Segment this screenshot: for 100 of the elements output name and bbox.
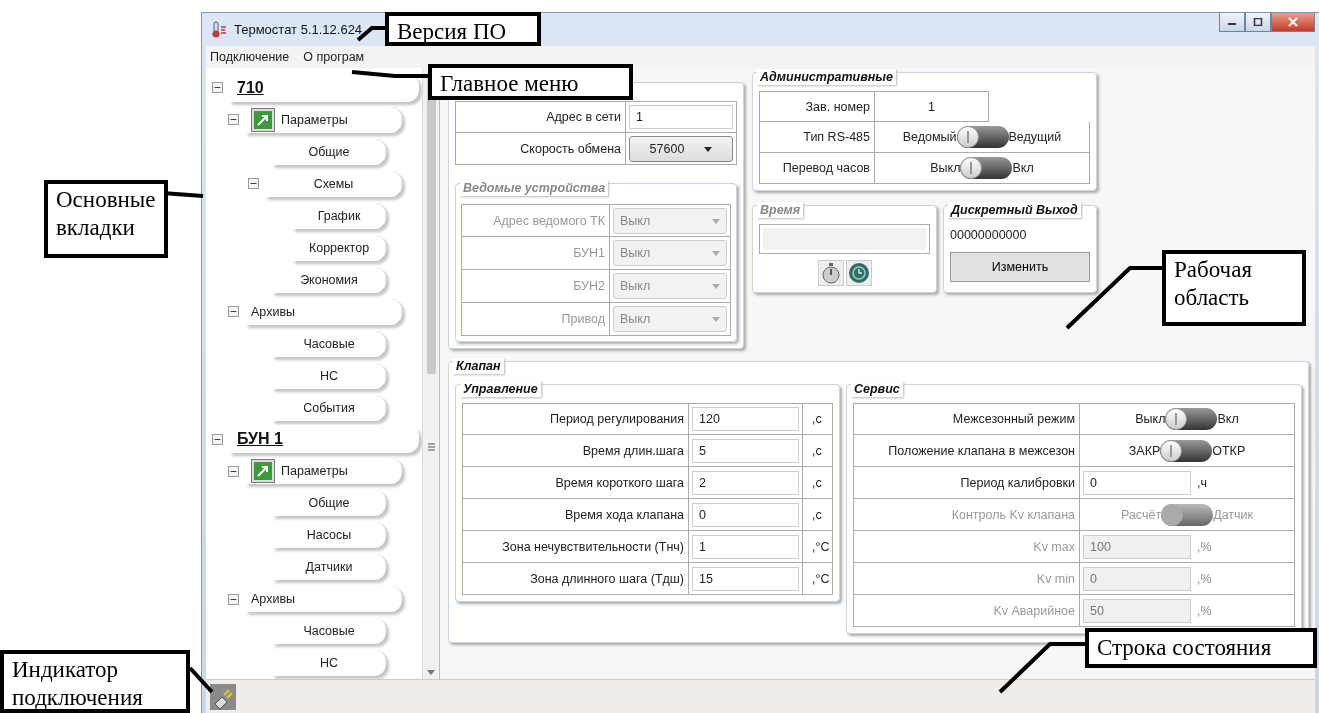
tree-tab[interactable]: Часовые [272,618,386,645]
tree-tab[interactable]: График [292,202,386,229]
chart-icon [251,107,275,132]
toggle-switch[interactable] [1165,408,1218,430]
caret-icon [704,146,713,152]
input-field[interactable]: 0 [1083,470,1191,495]
collapse-icon[interactable] [212,433,223,445]
annotation-label: Индикатор подключения [0,650,190,713]
maximize-icon [1253,18,1263,26]
group-title: Сервис [851,381,903,397]
thermometer-icon [210,20,228,39]
input-field[interactable]: 120 [692,407,799,431]
tree-tab[interactable]: Схемы [265,170,402,197]
toggle-off-label: Выкл [1135,412,1166,426]
toggle-switch[interactable] [960,157,1013,179]
field-label: Время хода клапана [463,499,689,530]
tree-tab[interactable]: Часовые [272,330,386,357]
toggle-on-label: Вкл [1012,161,1034,175]
field-label: Перевод часов [760,153,875,183]
device-tab[interactable]: БУН 1 [229,425,419,454]
unit-label: ,с [811,507,822,522]
tree-tab[interactable]: Параметры [245,458,402,485]
dropdown[interactable]: 57600 [629,136,733,162]
collapse-icon[interactable] [212,82,223,94]
leader-line [188,666,214,694]
menu-item[interactable]: Подключение [210,50,290,64]
field-label: Период калибровки [854,467,1080,498]
field-label: Тип RS-485 [760,122,875,152]
tree-tab[interactable]: Общие [272,138,386,165]
annotation-label: Рабочая область [1162,250,1306,326]
output-value: 00000000000 [950,227,1028,244]
toggle-on-label: ОТКР [1212,443,1246,458]
field-label: Kv Аварийное [854,595,1080,626]
group-title: Время [757,202,804,218]
collapse-icon[interactable] [248,178,259,190]
input-field[interactable]: 1 [692,534,799,559]
caret-icon [712,316,720,322]
collapse-icon[interactable] [228,114,239,126]
tree-tab[interactable]: Архивы [245,298,402,325]
tree-tab[interactable]: Общие [272,490,386,517]
device-tab[interactable]: 710 [229,73,419,102]
splitter-grip-icon[interactable] [427,443,435,451]
input-field[interactable]: 2 [692,470,799,495]
stopwatch-button[interactable] [817,260,844,286]
tree-tab[interactable]: Датчики [272,554,386,581]
scrollbar[interactable] [422,68,439,679]
close-icon [1288,17,1298,27]
field-label: Адрес в сети [456,102,626,132]
toggle-off-label: Выкл [930,161,961,175]
collapse-icon[interactable] [228,593,239,605]
field-label: Привод [462,303,610,335]
field-label: Зона нечувствительности (Тнч) [463,531,689,562]
field-label: Время короткого шага [463,467,689,498]
tree-tab[interactable]: НС [272,362,386,389]
field-label: Скорость обмена [456,133,626,165]
field-label: Зав. номер [760,92,875,121]
field-label: Положение клапана в межсезон [854,435,1080,466]
clock-sync-button[interactable] [845,260,872,286]
maximize-button[interactable] [1245,13,1271,32]
input-field[interactable]: 0 [692,502,799,527]
input-field[interactable]: 5 [692,438,799,463]
clock-icon [847,262,870,284]
tree-tab[interactable]: Архивы [245,586,402,613]
tree-tab[interactable]: Параметры [245,106,402,133]
menu-item[interactable]: О програм [303,50,365,64]
caret-icon [712,218,720,224]
unit-label: ,с [811,443,822,458]
change-button[interactable]: Изменить [950,252,1090,282]
tree-tab[interactable]: НС [272,650,386,677]
caret-icon [712,250,720,256]
annotation-label: Строка состояния [1085,628,1317,668]
annotation-label: Основные вкладки [44,180,168,258]
field-label: Kv max [854,531,1080,562]
tree-tab[interactable]: Корректор [292,234,386,261]
tree-tab[interactable]: Экономия [272,266,386,293]
unit-label: ,ч [1196,475,1207,490]
toggle-switch[interactable] [956,126,1009,148]
group-title: Клапан [453,358,504,374]
toggle-on-label: Вкл [1217,412,1239,426]
tree-tab[interactable]: События [272,394,386,421]
close-button[interactable] [1271,13,1315,32]
group-title: Управление [460,381,541,397]
tree-tab[interactable]: Насосы [272,522,386,549]
toggle-on-label: Ведущий [1008,130,1062,144]
scroll-down-icon[interactable] [427,670,435,675]
toggle-switch[interactable] [1160,439,1213,462]
toggle-on-label: Датчик [1213,507,1253,522]
window-title: Термостат 5.1.12.624 [234,22,363,37]
stopwatch-icon [820,262,841,284]
input-field[interactable]: 15 [692,566,799,591]
input-field[interactable]: 1 [629,105,733,129]
unit-label: ,% [1196,539,1212,554]
chart-icon [251,459,275,484]
collapse-icon[interactable] [228,306,239,318]
toggle-off-label: Ведомый [902,130,957,144]
collapse-icon[interactable] [228,465,239,477]
field-value: 1 [927,99,936,114]
annotation-label: Версия ПО [385,12,541,46]
minimize-button[interactable] [1219,13,1245,32]
group-title: Ведомые устройства [460,180,609,196]
